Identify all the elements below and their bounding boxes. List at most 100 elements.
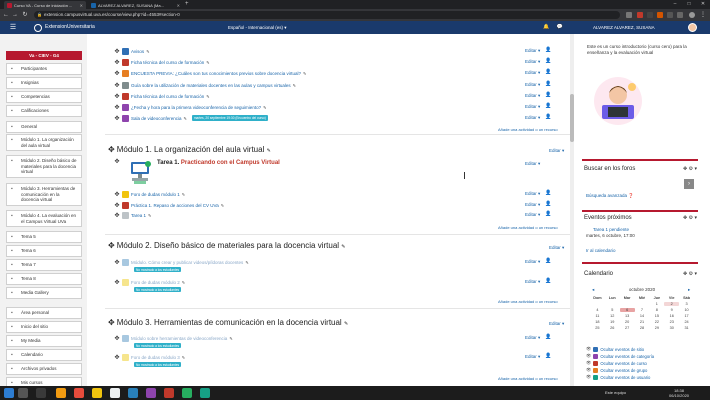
- activity-link[interactable]: Ficha técnica del curso de formación: [131, 94, 204, 99]
- move-icon[interactable]: ✥: [114, 279, 120, 286]
- calendar-day[interactable]: 6: [619, 308, 635, 312]
- edit-pencil-icon[interactable]: ✎: [267, 148, 271, 154]
- move-icon[interactable]: ✥: [114, 70, 120, 77]
- extension-icon[interactable]: [677, 12, 683, 18]
- move-icon[interactable]: ✥: [114, 59, 120, 66]
- activity-link[interactable]: Foro de dudas módulo 2: [131, 280, 180, 285]
- section-edit-menu[interactable]: Editar ▾: [549, 147, 564, 154]
- edit-menu[interactable]: Editar ▾: [525, 353, 540, 360]
- calendar-day[interactable]: 24: [679, 320, 694, 324]
- maximize-icon[interactable]: □: [682, 0, 696, 9]
- calendar-day[interactable]: 20: [620, 320, 635, 324]
- task-view-icon[interactable]: [36, 388, 46, 398]
- drawer-item[interactable]: ▪ Archivos privados: [6, 363, 82, 375]
- edit-menu[interactable]: Editar ▾: [525, 334, 540, 341]
- file-explorer-icon[interactable]: [56, 388, 66, 398]
- edit-pencil-icon[interactable]: ✎: [229, 336, 232, 341]
- move-icon[interactable]: ✥: [114, 104, 120, 111]
- move-icon[interactable]: ✥: [114, 335, 120, 342]
- profile-icon[interactable]: [689, 12, 695, 18]
- user-role-icon[interactable]: 👤: [545, 114, 551, 121]
- app-icon[interactable]: [146, 388, 156, 398]
- edit-menu[interactable]: Editar ▾: [525, 278, 540, 285]
- calendar-day[interactable]: 1: [649, 302, 664, 306]
- activity-link[interactable]: ¿Fecha y hora para la primera videoconfe…: [131, 105, 261, 110]
- drawer-item[interactable]: ▪ My Media: [6, 335, 82, 347]
- section-edit-menu[interactable]: Editar ▾: [549, 320, 564, 327]
- calendar-legend-item[interactable]: 👁 Ocultar eventos de categoría: [586, 353, 654, 359]
- move-icon[interactable]: ✥: [108, 145, 115, 154]
- activity-link[interactable]: Sala de videoconferencia: [131, 116, 182, 121]
- chrome-icon[interactable]: [92, 388, 102, 398]
- activity-link[interactable]: Módulo. Cómo crear y publicar videos/píl…: [131, 260, 243, 265]
- calendar-legend-item[interactable]: 👁 Ocultar eventos de usuario: [586, 374, 650, 380]
- drawer-item[interactable]: ▪ Insignias: [6, 77, 82, 89]
- activity-link[interactable]: ENCUESTA PREVIA: ¿Cuáles son tus conocim…: [131, 71, 301, 76]
- drawer-item[interactable]: ▪ General: [6, 121, 82, 133]
- extension-icon[interactable]: [647, 12, 653, 18]
- edit-menu[interactable]: Editar ▾: [525, 58, 540, 65]
- activity-link[interactable]: Módulo sobre herramientas de videoconfer…: [131, 336, 227, 341]
- user-role-icon[interactable]: 👤: [545, 103, 551, 110]
- edit-pencil-icon[interactable]: ✎: [293, 83, 296, 88]
- activity-link[interactable]: Guía sobre la utilización de materiales …: [131, 83, 291, 88]
- user-role-icon[interactable]: 👤: [545, 201, 551, 208]
- taskbar-team-label[interactable]: Este equipo: [605, 386, 626, 400]
- add-activity-link[interactable]: Añade una actividad o un recurso: [498, 225, 558, 231]
- user-role-icon[interactable]: 👤: [545, 353, 551, 360]
- move-icon[interactable]: ✥: [114, 156, 120, 166]
- calendar-day[interactable]: 27: [620, 326, 635, 330]
- system-clock[interactable]: 18:38 06/10/2020: [669, 388, 689, 398]
- calendar-day[interactable]: 13: [620, 314, 635, 318]
- drawer-item[interactable]: ▪ Calendario: [6, 349, 82, 361]
- calendar-day[interactable]: 25: [590, 326, 605, 330]
- help-icon[interactable]: ❓: [628, 193, 634, 198]
- move-icon[interactable]: ✥: [108, 318, 115, 327]
- edit-menu[interactable]: Editar ▾: [525, 160, 540, 167]
- edit-pencil-icon[interactable]: ✎: [182, 355, 185, 360]
- move-icon[interactable]: ✥: [114, 93, 120, 100]
- move-icon[interactable]: ✥: [114, 212, 120, 219]
- app-icon[interactable]: [110, 388, 120, 398]
- edit-menu[interactable]: Editar ▾: [525, 114, 540, 121]
- edit-pencil-icon[interactable]: ✎: [148, 213, 151, 218]
- edit-pencil-icon[interactable]: ✎: [303, 71, 306, 76]
- edit-menu[interactable]: Editar ▾: [525, 201, 540, 208]
- drawer-item[interactable]: ▪ Media Gallery: [6, 287, 82, 299]
- drawer-item[interactable]: ▪ Tema 6: [6, 245, 82, 257]
- calendar-day[interactable]: 7: [635, 308, 650, 312]
- activity-link[interactable]: Tarea 1: [131, 213, 146, 218]
- user-role-icon[interactable]: 👤: [545, 258, 551, 265]
- edit-pencil-icon[interactable]: ✎: [206, 60, 209, 65]
- calendar-day[interactable]: 21: [635, 320, 650, 324]
- move-icon[interactable]: ✥: [114, 354, 120, 361]
- app-icon[interactable]: [164, 388, 174, 398]
- block-controls[interactable]: ✥ ⚙ ▾: [683, 215, 697, 221]
- url-input[interactable]: 🔒 extension.campusvirtual.uva.es/course/…: [34, 11, 620, 19]
- app-icon[interactable]: [200, 388, 210, 398]
- calendar-day[interactable]: 4: [590, 308, 605, 312]
- drawer-item[interactable]: ▪ Tema 5: [6, 231, 82, 243]
- calendar-day[interactable]: 9: [664, 308, 679, 312]
- calendar-next-month[interactable]: ▸: [688, 287, 690, 293]
- move-icon[interactable]: ✥: [108, 241, 115, 250]
- activity-link[interactable]: Avisos: [131, 49, 144, 54]
- user-role-icon[interactable]: 👤: [545, 81, 551, 88]
- back-icon[interactable]: ←: [2, 11, 10, 19]
- site-logo[interactable]: ExtensionUniversitaria: [34, 23, 95, 32]
- drawer-item[interactable]: ▪ Módulo 3. Herramientas de comunicación …: [6, 183, 82, 206]
- calendar-day[interactable]: 23: [664, 320, 679, 324]
- user-role-icon[interactable]: 👤: [545, 69, 551, 76]
- app-icon[interactable]: [74, 388, 84, 398]
- calendar-day[interactable]: 2: [664, 302, 680, 306]
- calendar-day[interactable]: 22: [649, 320, 664, 324]
- edit-pencil-icon[interactable]: ✎: [341, 244, 345, 250]
- edit-menu[interactable]: Editar ▾: [525, 103, 540, 110]
- drawer-item[interactable]: ▪ Participantes: [6, 63, 82, 75]
- user-role-icon[interactable]: 👤: [545, 334, 551, 341]
- close-window-icon[interactable]: ✕: [696, 0, 710, 9]
- edit-pencil-icon[interactable]: ✎: [146, 49, 149, 54]
- scrollbar[interactable]: [570, 34, 574, 386]
- section-edit-menu[interactable]: Editar ▾: [549, 244, 564, 251]
- menu-kebab-icon[interactable]: ⋮: [699, 11, 707, 19]
